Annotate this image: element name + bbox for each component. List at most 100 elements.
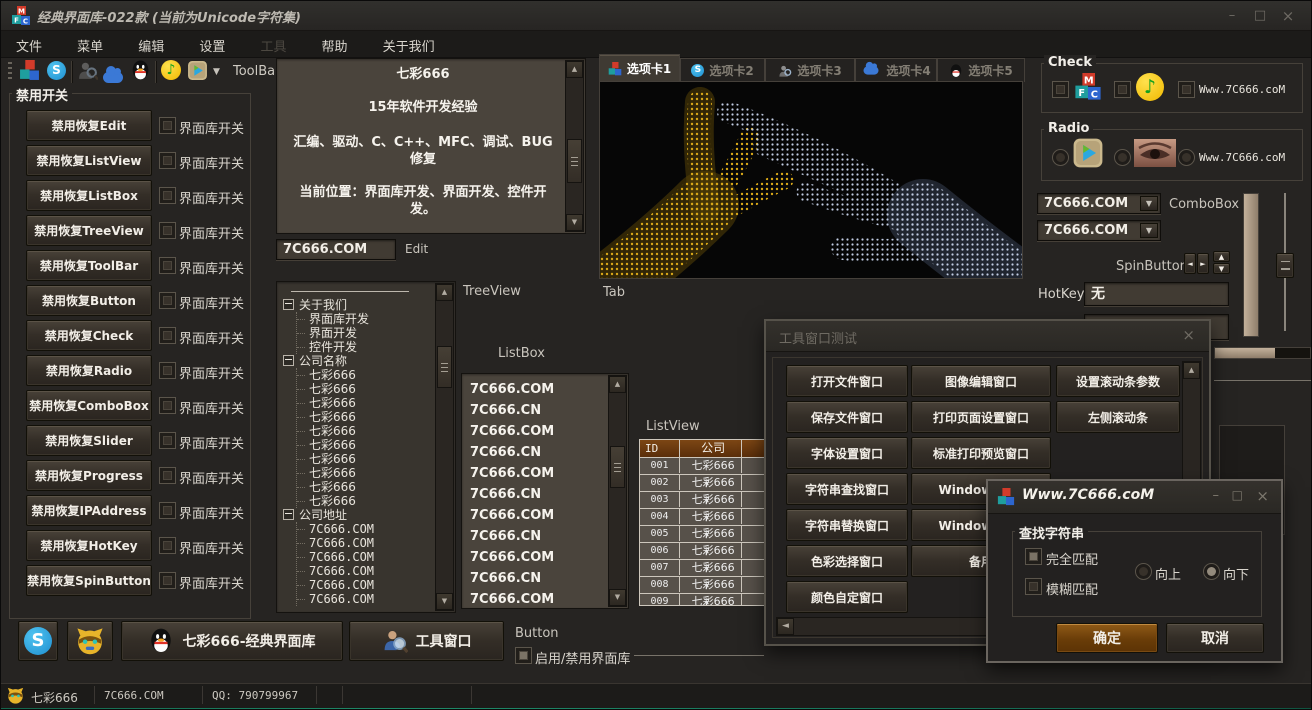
skype-button[interactable]: S bbox=[18, 621, 58, 661]
checkbox[interactable] bbox=[159, 222, 176, 239]
checkbox[interactable] bbox=[159, 362, 176, 379]
disable-button[interactable]: 禁用恢复ListBox bbox=[26, 180, 152, 211]
scroll-up-icon[interactable]: ▲ bbox=[566, 61, 583, 78]
disable-button[interactable]: 禁用恢复Check bbox=[26, 320, 152, 351]
disable-button[interactable]: 禁用恢复Slider bbox=[26, 425, 152, 456]
disable-button[interactable]: 禁用恢复Progress bbox=[26, 460, 152, 491]
checkbox[interactable] bbox=[159, 292, 176, 309]
scrollbar[interactable]: ▲ ▼ bbox=[435, 283, 454, 611]
checkbox[interactable] bbox=[159, 467, 176, 484]
tab-4[interactable]: 选项卡4 bbox=[855, 58, 937, 82]
tree-node[interactable]: 七彩666 bbox=[297, 424, 435, 438]
scroll-thumb[interactable] bbox=[437, 346, 452, 388]
tree-node[interactable]: 七彩666 bbox=[297, 410, 435, 424]
scroll-thumb[interactable] bbox=[610, 446, 625, 488]
tree-node[interactable]: 7C666.COM bbox=[297, 578, 435, 592]
scrollbar[interactable]: ▲ ▼ bbox=[565, 60, 584, 232]
edit-field[interactable]: 7C666.COM bbox=[276, 239, 396, 260]
tree-node[interactable]: 界面开发 bbox=[297, 326, 435, 340]
tool-window-action-button[interactable]: 设置滚动条参数 bbox=[1056, 365, 1180, 397]
disable-button[interactable]: 禁用恢复Button bbox=[26, 285, 152, 316]
chevron-down-icon[interactable]: ▼ bbox=[1140, 223, 1158, 238]
tool-window-action-button[interactable]: 颜色自定窗口 bbox=[786, 581, 908, 613]
menu-about[interactable]: 关于我们 bbox=[368, 31, 450, 60]
tree-node[interactable]: 七彩666 bbox=[297, 396, 435, 410]
minimize-icon[interactable]: – bbox=[1213, 488, 1220, 503]
checkbox[interactable] bbox=[159, 257, 176, 274]
minimize-button[interactable]: – bbox=[1219, 7, 1245, 25]
tree-node[interactable]: 7C666.COM bbox=[297, 550, 435, 564]
menu-settings[interactable]: 设置 bbox=[184, 31, 240, 60]
checkbox[interactable] bbox=[159, 327, 176, 344]
tree-node-parent[interactable]: 关于我们 bbox=[283, 298, 435, 312]
chevron-down-icon[interactable]: ▼ bbox=[1140, 196, 1158, 211]
list-item[interactable]: 7C666.CN bbox=[470, 400, 608, 421]
toolbar-grip[interactable] bbox=[8, 62, 12, 82]
menu-edit[interactable]: 编辑 bbox=[123, 31, 179, 60]
radio[interactable] bbox=[1052, 149, 1069, 166]
combobox-1[interactable]: 7C666.COM ▼ bbox=[1037, 193, 1161, 214]
close-icon[interactable]: × bbox=[1256, 487, 1269, 505]
scroll-up-icon[interactable]: ▲ bbox=[1183, 362, 1200, 379]
checkbox[interactable] bbox=[159, 117, 176, 134]
combobox-2[interactable]: 7C666.COM ▼ bbox=[1037, 220, 1161, 241]
qq-main-button[interactable]: 七彩666-经典界面库 bbox=[121, 621, 343, 661]
tree-node[interactable]: 七彩666 bbox=[297, 452, 435, 466]
maximize-button[interactable]: □ bbox=[1247, 7, 1273, 25]
qq-music-icon[interactable]: ♪ bbox=[161, 60, 181, 80]
checkbox[interactable] bbox=[159, 502, 176, 519]
checkbox[interactable] bbox=[159, 572, 176, 589]
list-box[interactable]: 7C666.COM7C666.CN7C666.COM7C666.CN7C666.… bbox=[461, 373, 629, 609]
list-item[interactable]: 7C666.COM bbox=[470, 463, 608, 484]
tree-node[interactable]: 七彩666 bbox=[297, 438, 435, 452]
tree-node[interactable]: 七彩666 bbox=[297, 382, 435, 396]
mfc-icon[interactable] bbox=[19, 60, 40, 81]
search-down-radio[interactable] bbox=[1203, 563, 1220, 580]
slider-thumb[interactable] bbox=[1276, 253, 1294, 278]
disable-button[interactable]: 禁用恢复SpinButton bbox=[26, 565, 152, 596]
scroll-up-icon[interactable]: ▲ bbox=[609, 376, 626, 393]
scroll-down-icon[interactable]: ▼ bbox=[436, 593, 453, 610]
disable-button[interactable]: 禁用恢复Edit bbox=[26, 110, 152, 141]
tool-window-button[interactable]: 工具窗口 bbox=[349, 621, 504, 661]
checkbox[interactable] bbox=[1114, 81, 1131, 98]
scroll-thumb[interactable] bbox=[567, 139, 582, 183]
disable-button[interactable]: 禁用恢复IPAddress bbox=[26, 495, 152, 526]
column-header[interactable]: ID bbox=[640, 440, 680, 457]
tool-window-action-button[interactable]: 打印页面设置窗口 bbox=[911, 401, 1051, 433]
tool-window-titlebar[interactable]: 工具窗口测试 × bbox=[766, 321, 1209, 352]
horizontal-slider-track[interactable] bbox=[1214, 380, 1311, 381]
spin-down-icon[interactable]: ▼ bbox=[1213, 263, 1230, 274]
tab-5[interactable]: 选项卡5 bbox=[937, 58, 1025, 82]
disable-button[interactable]: 禁用恢复ToolBar bbox=[26, 250, 152, 281]
list-item[interactable]: 7C666.COM bbox=[470, 589, 608, 609]
scrollbar[interactable]: ▲ ▼ bbox=[608, 375, 627, 607]
tree-view[interactable]: 关于我们 界面库开发界面开发控件开发 公司名称 七彩666七彩666七彩666七… bbox=[276, 281, 456, 613]
disable-button[interactable]: 禁用恢复ComboBox bbox=[26, 390, 152, 421]
tree-node[interactable]: 七彩666 bbox=[297, 466, 435, 480]
checkbox[interactable] bbox=[159, 152, 176, 169]
cancel-button[interactable]: 取消 bbox=[1166, 623, 1264, 653]
column-header[interactable]: 公司 bbox=[685, 440, 742, 457]
fuzzy-match-checkbox[interactable] bbox=[1025, 578, 1042, 595]
checkbox[interactable] bbox=[159, 187, 176, 204]
qq-penguin-icon[interactable] bbox=[130, 60, 151, 81]
tree-node[interactable]: 七彩666 bbox=[297, 494, 435, 508]
tree-node[interactable]: 七彩666 bbox=[297, 480, 435, 494]
tree-node[interactable]: 7C666.COM bbox=[297, 592, 435, 606]
tab-2[interactable]: S 选项卡2 bbox=[680, 58, 765, 82]
toggle-ui-checkbox[interactable] bbox=[515, 647, 532, 664]
collapse-icon[interactable] bbox=[283, 299, 294, 310]
radio[interactable] bbox=[1178, 149, 1195, 166]
collapse-icon[interactable] bbox=[283, 509, 294, 520]
scroll-down-icon[interactable]: ▼ bbox=[609, 589, 626, 606]
list-item[interactable]: 7C666.CN bbox=[470, 568, 608, 589]
disable-button[interactable]: 禁用恢复Radio bbox=[26, 355, 152, 386]
dropdown-caret-icon[interactable]: ▼ bbox=[213, 67, 220, 77]
menu-menu[interactable]: 菜单 bbox=[62, 31, 118, 60]
checkbox[interactable] bbox=[159, 397, 176, 414]
cat-button[interactable] bbox=[67, 621, 113, 661]
hotkey-field[interactable]: 无 bbox=[1084, 282, 1229, 306]
tab-1[interactable]: 选项卡1 bbox=[599, 54, 680, 82]
disable-button[interactable]: 禁用恢复HotKey bbox=[26, 530, 152, 561]
